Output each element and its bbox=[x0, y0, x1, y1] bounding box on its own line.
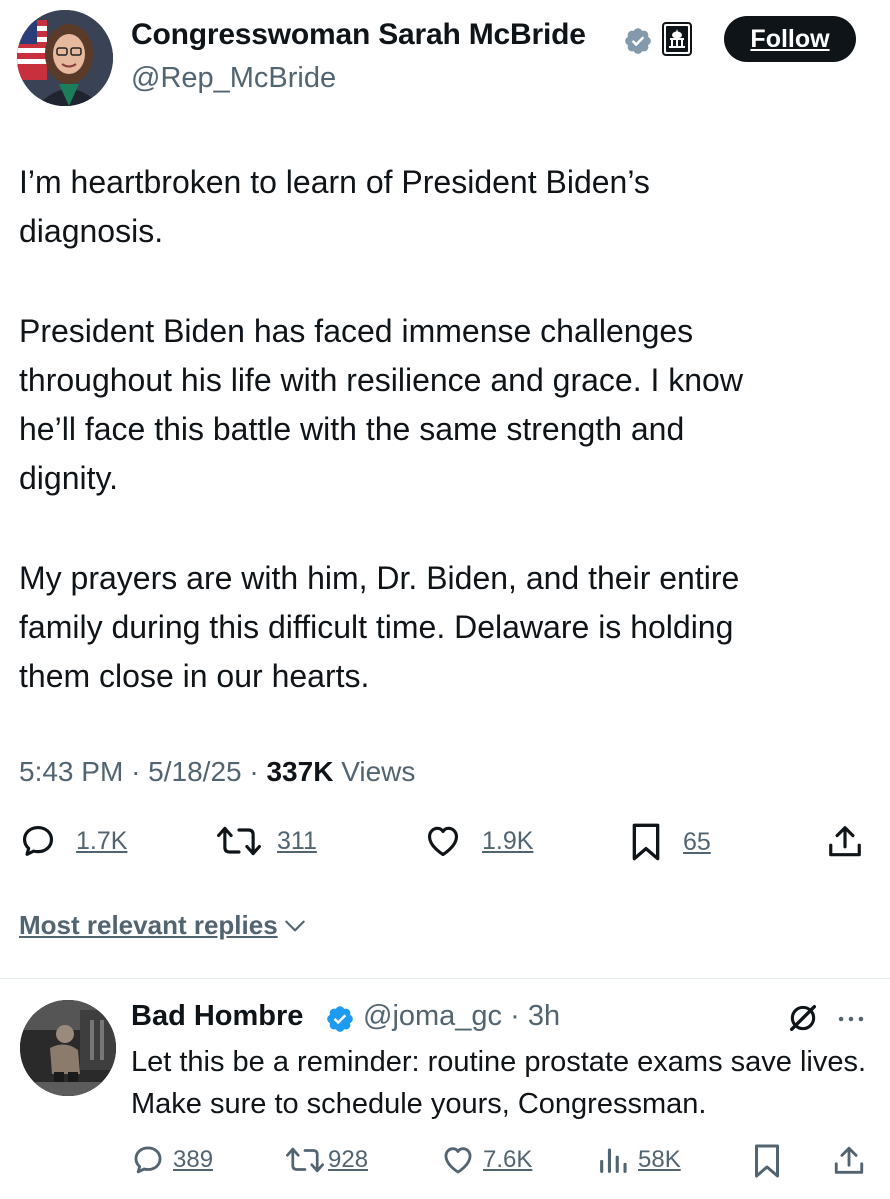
tweet-date[interactable]: 5/18/25 bbox=[148, 756, 241, 787]
separator: · bbox=[249, 756, 267, 787]
like-count: 1.9K bbox=[482, 826, 534, 855]
reply-text: Let this be a reminder: routine prostate… bbox=[131, 1046, 867, 1120]
reply-avatar[interactable] bbox=[20, 1000, 116, 1096]
separator: · bbox=[502, 1000, 528, 1032]
government-badge-icon[interactable] bbox=[662, 22, 692, 56]
repost-count: 928 bbox=[328, 1146, 369, 1173]
share-icon bbox=[829, 826, 861, 857]
bookmark-button[interactable]: 65 bbox=[629, 822, 711, 862]
reply-repost-button[interactable]: 928 bbox=[286, 1143, 368, 1177]
bookmark-icon[interactable] bbox=[752, 1143, 782, 1179]
like-button[interactable]: 1.9K bbox=[424, 822, 533, 860]
reply-count: 1.7K bbox=[76, 826, 128, 855]
bookmark-count: 65 bbox=[683, 827, 711, 856]
tweet-meta: 5:43 PM · 5/18/25 · 337K Views bbox=[19, 756, 415, 788]
avatar-photo bbox=[17, 10, 113, 106]
views-label: Views bbox=[341, 756, 416, 787]
reply-icon bbox=[134, 1146, 162, 1174]
replies-sort-label: Most relevant replies bbox=[19, 910, 278, 940]
follow-button[interactable]: Follow bbox=[724, 16, 856, 62]
tweet-text-paragraph: I’m heartbroken to learn of President Bi… bbox=[19, 164, 650, 249]
author-handle[interactable]: @Rep_McBride bbox=[131, 62, 336, 95]
views-count: 337K bbox=[266, 756, 334, 787]
verified-badge-icon[interactable] bbox=[325, 1004, 355, 1034]
repost-count: 311 bbox=[277, 826, 317, 855]
grok-icon[interactable] bbox=[786, 1001, 820, 1035]
like-count: 7.6K bbox=[483, 1146, 533, 1173]
reply-button[interactable]: 1.7K bbox=[19, 822, 127, 860]
views-icon bbox=[600, 1148, 627, 1173]
share-button[interactable] bbox=[826, 822, 864, 867]
share-icon[interactable] bbox=[832, 1143, 866, 1179]
reply-time[interactable]: 3h bbox=[528, 1000, 560, 1032]
divider bbox=[0, 978, 890, 979]
tweet-text-paragraph: President Biden has faced immense challe… bbox=[19, 313, 743, 496]
reply-reply-button[interactable]: 389 bbox=[131, 1143, 213, 1177]
repost-icon bbox=[217, 826, 261, 856]
replies-sort-toggle[interactable]: Most relevant replies bbox=[19, 910, 308, 941]
separator: · bbox=[131, 756, 149, 787]
tweet-time[interactable]: 5:43 PM bbox=[19, 756, 123, 787]
repost-button[interactable]: 311 bbox=[217, 822, 317, 860]
reply-avatar-photo bbox=[20, 1000, 116, 1096]
views-count: 58K bbox=[638, 1146, 681, 1173]
avatar[interactable] bbox=[17, 10, 113, 106]
reply-handle[interactable]: @joma_gc bbox=[363, 1000, 502, 1032]
reply-views-button[interactable]: 58K bbox=[596, 1143, 681, 1177]
reply-like-button[interactable]: 7.6K bbox=[441, 1143, 532, 1177]
reply-count: 389 bbox=[173, 1146, 214, 1173]
like-icon bbox=[444, 1147, 472, 1174]
reply-author-name[interactable]: Bad Hombre bbox=[131, 1000, 303, 1033]
repost-icon bbox=[286, 1147, 324, 1173]
chevron-down-icon bbox=[284, 920, 305, 931]
verified-badge-icon[interactable] bbox=[623, 26, 653, 56]
more-icon[interactable] bbox=[834, 1002, 868, 1036]
author-name[interactable]: Congresswoman Sarah McBride bbox=[131, 18, 586, 52]
reply-handle-time: @joma_gc · 3h bbox=[363, 1000, 560, 1033]
tweet-text-paragraph: My prayers are with him, Dr. Biden, and … bbox=[19, 560, 740, 694]
bookmark-icon bbox=[632, 823, 660, 861]
reply-icon bbox=[22, 825, 54, 856]
like-icon bbox=[427, 826, 459, 857]
